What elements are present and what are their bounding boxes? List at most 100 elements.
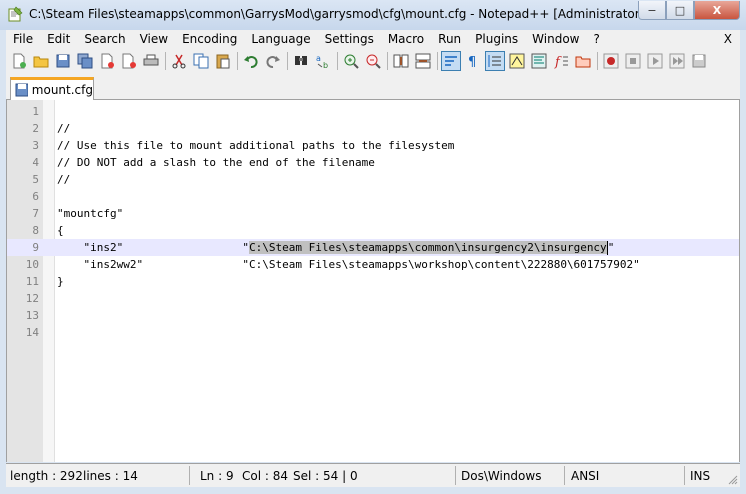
menu-language[interactable]: Language xyxy=(244,30,317,49)
word-wrap-icon[interactable] xyxy=(441,51,461,71)
toolbar-separator xyxy=(597,52,598,70)
line-text: // xyxy=(57,173,71,186)
menu-run[interactable]: Run xyxy=(431,30,468,49)
menu-file[interactable]: File xyxy=(6,30,40,49)
maximize-button[interactable]: □ xyxy=(666,1,694,20)
svg-text:¶: ¶ xyxy=(468,55,476,69)
save-macro-icon[interactable] xyxy=(690,52,708,70)
sync-horizontal-icon[interactable] xyxy=(414,52,432,70)
line-number: 13 xyxy=(25,309,39,322)
status-line-number: Ln : 9 xyxy=(200,469,234,483)
editor-line[interactable]: 10 "ins2ww2" "C:\Steam Files\steamapps\w… xyxy=(7,256,739,273)
record-macro-icon[interactable] xyxy=(602,52,620,70)
tab-mount-cfg[interactable]: mount.cfg xyxy=(10,77,94,100)
text-after-selection: " xyxy=(607,241,615,254)
editor-line[interactable]: 5 // xyxy=(7,171,739,188)
line-text: "ins2" "C:\Steam Files\steamapps\common\… xyxy=(57,239,614,256)
status-divider xyxy=(564,466,565,485)
run-macro-multiple-icon[interactable] xyxy=(668,52,686,70)
line-text: { xyxy=(57,224,64,237)
line-text: // xyxy=(57,122,71,135)
editor-line[interactable]: 11} xyxy=(7,273,739,290)
zoom-in-icon[interactable] xyxy=(342,52,360,70)
resize-grip-icon[interactable] xyxy=(728,475,738,485)
sync-vertical-icon[interactable] xyxy=(392,52,410,70)
close-all-icon[interactable] xyxy=(120,52,138,70)
editor-line[interactable]: 4 // DO NOT add a slash to the end of the… xyxy=(7,154,739,171)
svg-text:b: b xyxy=(323,61,328,69)
menu-search[interactable]: Search xyxy=(77,30,132,49)
indent-guide-icon[interactable] xyxy=(485,51,505,71)
svg-text:a: a xyxy=(316,54,321,63)
menu-view[interactable]: View xyxy=(133,30,175,49)
save-icon[interactable] xyxy=(54,52,72,70)
line-number: 10 xyxy=(25,258,39,271)
current-line[interactable]: 9 "ins2" "C:\Steam Files\steamapps\commo… xyxy=(7,239,739,256)
tab-label: mount.cfg xyxy=(31,83,93,97)
line-number: 1 xyxy=(32,105,39,118)
open-file-icon[interactable] xyxy=(32,52,50,70)
copy-icon[interactable] xyxy=(192,52,210,70)
line-number: 3 xyxy=(32,139,39,152)
minimize-button[interactable]: − xyxy=(638,1,666,20)
line-number: 5 xyxy=(32,173,39,186)
status-divider xyxy=(455,466,456,485)
print-icon[interactable] xyxy=(142,52,160,70)
menu-window[interactable]: Window xyxy=(525,30,586,49)
undo-icon[interactable] xyxy=(242,52,260,70)
editor-line[interactable]: 6 xyxy=(7,188,739,205)
editor-line[interactable]: 3 // Use this file to mount additional pa… xyxy=(7,137,739,154)
play-macro-icon[interactable] xyxy=(646,52,664,70)
redo-icon[interactable] xyxy=(264,52,282,70)
editor-line[interactable]: 14 xyxy=(7,324,739,341)
line-number: 14 xyxy=(25,326,39,339)
folder-workspace-icon[interactable] xyxy=(574,52,592,70)
status-divider xyxy=(189,466,190,485)
line-text: "mountcfg" xyxy=(57,207,124,220)
editor-line[interactable]: 2 // xyxy=(7,120,739,137)
zoom-out-icon[interactable] xyxy=(364,52,382,70)
menu-edit[interactable]: Edit xyxy=(40,30,77,49)
save-all-icon[interactable] xyxy=(76,52,94,70)
menu-settings[interactable]: Settings xyxy=(318,30,381,49)
stop-record-icon[interactable] xyxy=(624,52,642,70)
saved-file-icon xyxy=(15,83,28,97)
line-number: 6 xyxy=(32,190,39,203)
status-divider xyxy=(684,466,685,485)
editor-line[interactable]: 8{ xyxy=(7,222,739,239)
line-text: "ins2ww2" "C:\Steam Files\steamapps\work… xyxy=(57,258,640,271)
menu-help[interactable]: ? xyxy=(586,30,606,49)
menu-macro[interactable]: Macro xyxy=(381,30,431,49)
line-number: 4 xyxy=(32,156,39,169)
function-list-icon[interactable]: f xyxy=(552,52,570,70)
close-window-button[interactable]: X xyxy=(694,1,740,20)
status-column: Col : 84 xyxy=(242,469,288,483)
find-icon[interactable] xyxy=(292,52,310,70)
line-number: 7 xyxy=(32,207,39,220)
status-eol-format: Dos\Windows xyxy=(461,469,542,483)
paste-icon[interactable] xyxy=(214,52,232,70)
menu-plugins[interactable]: Plugins xyxy=(468,30,525,49)
toolbar-separator xyxy=(237,52,238,70)
new-file-icon[interactable] xyxy=(10,52,28,70)
editor-line[interactable]: 7 "mountcfg" xyxy=(7,205,739,222)
text-before-selection: "ins2" " xyxy=(57,241,250,254)
status-encoding: ANSI xyxy=(571,469,600,483)
show-all-chars-icon[interactable]: ¶ xyxy=(464,52,482,70)
doc-map-icon[interactable] xyxy=(530,52,548,70)
menu-encoding[interactable]: Encoding xyxy=(175,30,244,49)
editor-area[interactable]: 1 2 // 3 // Use this file to mount additio… xyxy=(6,100,740,462)
status-length: length : 292 xyxy=(10,469,83,483)
replace-icon[interactable]: ab xyxy=(314,52,332,70)
toolbar-separator xyxy=(165,52,166,70)
editor-line[interactable]: 12 xyxy=(7,290,739,307)
notepadpp-icon xyxy=(8,6,23,22)
close-icon[interactable] xyxy=(98,52,116,70)
line-number: 12 xyxy=(25,292,39,305)
udl-icon[interactable] xyxy=(508,52,526,70)
svg-text:f: f xyxy=(554,55,562,69)
editor-line[interactable]: 13 xyxy=(7,307,739,324)
close-document-button[interactable]: X xyxy=(724,30,732,49)
editor-line[interactable]: 1 xyxy=(7,103,739,120)
cut-icon[interactable] xyxy=(170,52,188,70)
